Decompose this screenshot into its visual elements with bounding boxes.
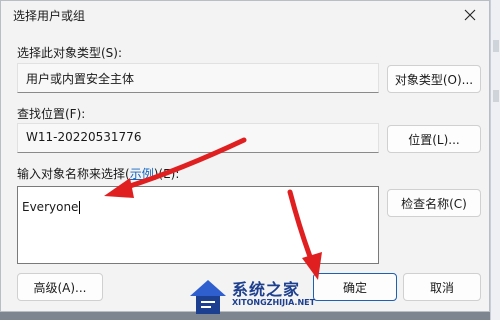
arrow-to-ok-button <box>287 189 322 280</box>
watermark-subtitle: XITONGZHIJIA.NET <box>232 298 316 307</box>
watermark-title: 系统之家 <box>232 280 301 299</box>
watermark-logo: 系统之家 XITONGZHIJIA.NET <box>186 272 316 320</box>
watermark-house-icon <box>190 280 226 314</box>
arrow-to-names-input <box>104 137 247 198</box>
